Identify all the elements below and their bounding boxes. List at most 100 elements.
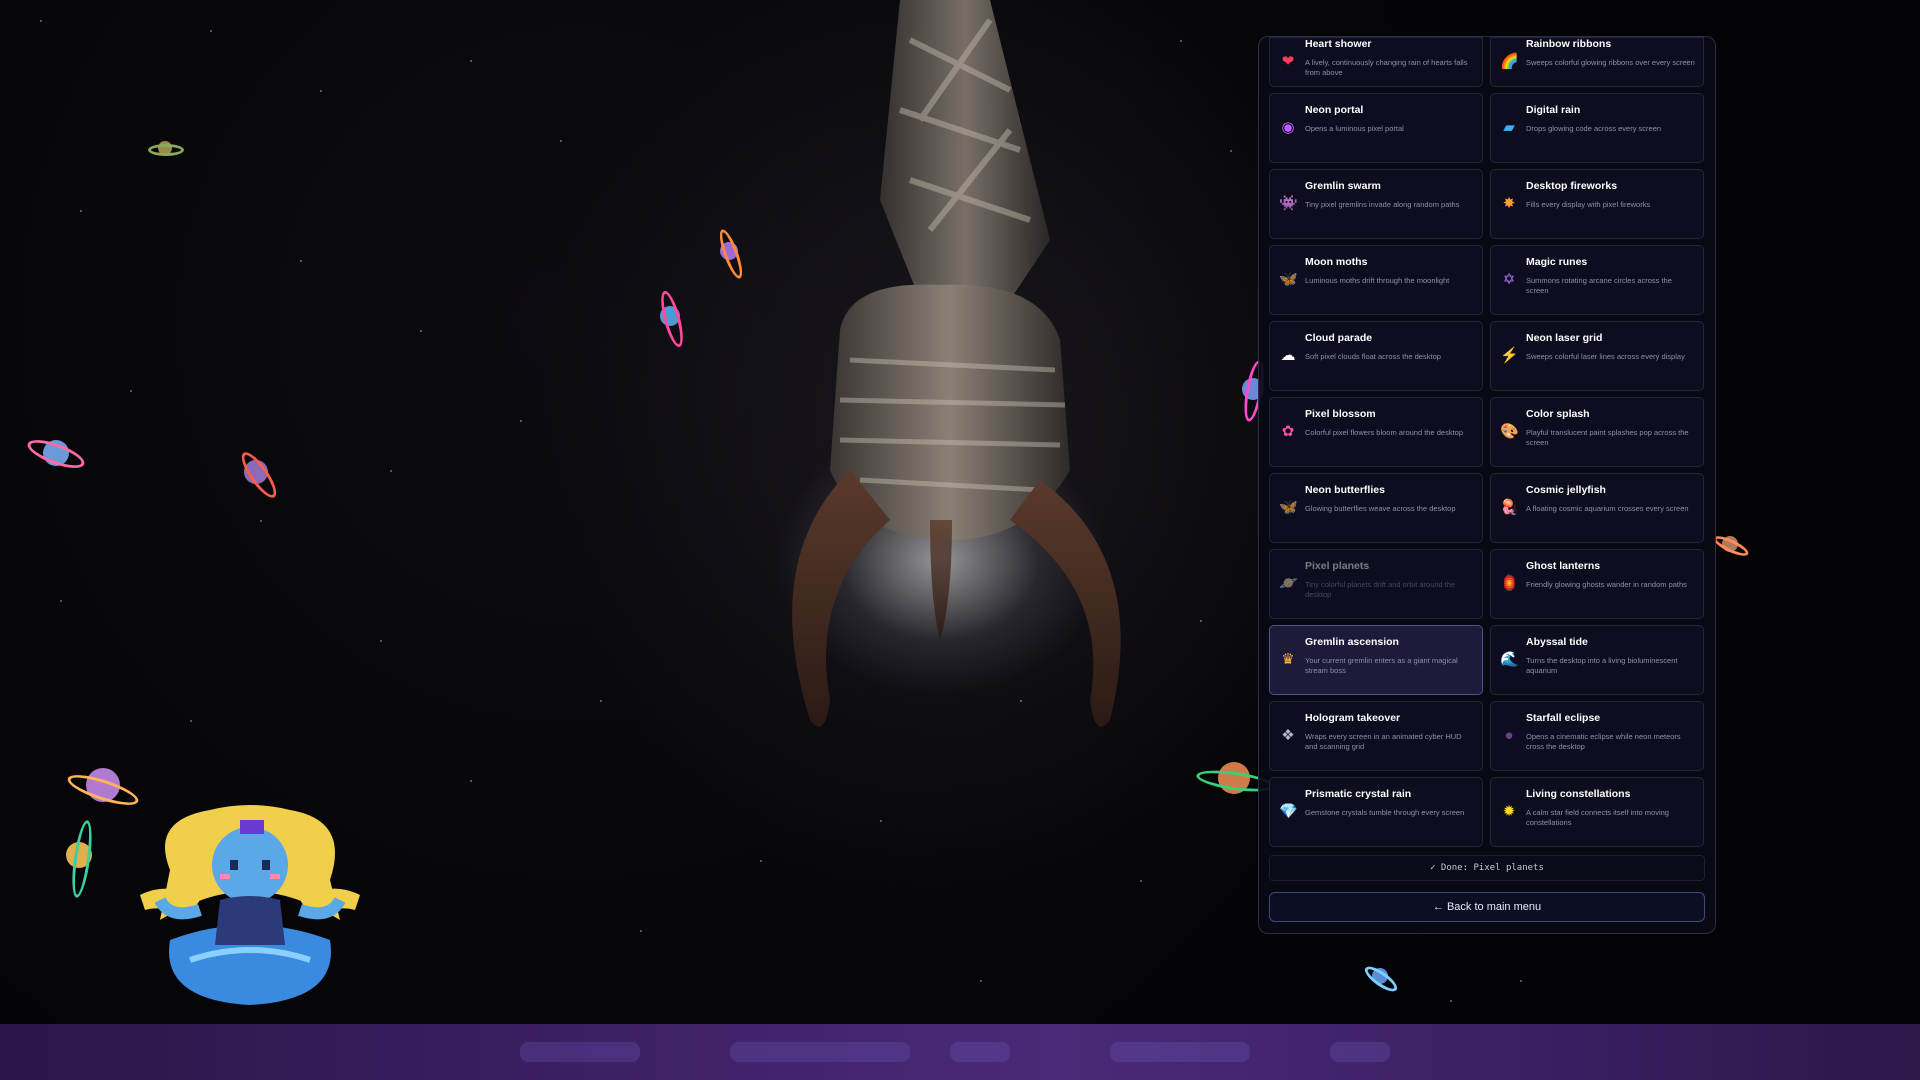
star — [130, 390, 132, 392]
star — [190, 720, 192, 722]
star — [640, 930, 642, 932]
crown-icon: ♛ — [1281, 651, 1295, 668]
taskbar-app-icon[interactable] — [520, 1042, 640, 1062]
effect-title: Desktop fireworks — [1526, 180, 1618, 192]
gem-icon: 💎 — [1279, 803, 1298, 820]
taskbar — [0, 1024, 1920, 1080]
effect-card-neon-portal[interactable]: ◉ Neon portal Opens a luminous pixel porta… — [1269, 93, 1483, 163]
effect-description: Wraps every screen in an animated cyber … — [1305, 732, 1462, 751]
effect-card-desktop-fireworks[interactable]: ✸ Desktop fireworks Fills every display wi… — [1490, 169, 1704, 239]
effect-card-magic-runes[interactable]: ✡ Magic runes Summons rotating arcane circ… — [1490, 245, 1704, 315]
star — [260, 520, 262, 522]
effect-card-color-splash[interactable]: 🎨 Color splash Playful translucent paint s… — [1490, 397, 1704, 467]
pixel-planet — [148, 138, 184, 158]
taskbar-app-icon[interactable] — [1110, 1042, 1250, 1062]
effect-description: Sweeps colorful laser lines across every… — [1526, 352, 1685, 361]
palette-icon: 🎨 — [1500, 423, 1519, 440]
effect-card-digital-rain[interactable]: ▰ Digital rain Drops glowing code across e… — [1490, 93, 1704, 163]
effect-card-neon-laser-grid[interactable]: ⚡ Neon laser grid Sweeps colorful laser li… — [1490, 321, 1704, 391]
effect-card-living-constellations[interactable]: ✹ Living constellations A calm star field … — [1490, 777, 1704, 847]
pixel-planet — [24, 432, 88, 474]
star — [60, 600, 62, 602]
wave-icon: 🌊 — [1500, 651, 1519, 668]
desktop-background: ❤ Heart shower A lively, continuously chan… — [0, 0, 1920, 1080]
taskbar-app-icon[interactable] — [1330, 1042, 1390, 1062]
effect-card-pixel-blossom[interactable]: ✿ Pixel blossom Colorful pixel flowers blo… — [1269, 397, 1483, 467]
effect-description: Friendly glowing ghosts wander in random… — [1526, 580, 1687, 589]
star — [470, 60, 472, 62]
effect-card-starfall-eclipse[interactable]: ● Starfall eclipse Opens a cinematic eclip… — [1490, 701, 1704, 771]
star — [880, 820, 882, 822]
effect-card-cosmic-jellyfish[interactable]: 🪼 Cosmic jellyfish A floating cosmic aquar… — [1490, 473, 1704, 543]
pixel-planet — [1711, 532, 1751, 560]
effect-description: Tiny pixel gremlins invade along random … — [1305, 200, 1460, 209]
star — [470, 780, 472, 782]
pixel-planet — [712, 227, 748, 281]
effect-card-neon-butterflies[interactable]: 🦋 Neon butterflies Glowing butterflies wea… — [1269, 473, 1483, 543]
effect-description: Fills every display with pixel fireworks — [1526, 200, 1651, 209]
taskbar-app-icon[interactable] — [950, 1042, 1010, 1062]
star — [600, 700, 602, 702]
star — [320, 90, 322, 92]
flower-icon: ✿ — [1281, 423, 1295, 440]
star — [760, 860, 762, 862]
effect-description: Glowing butterflies weave across the des… — [1305, 504, 1456, 513]
effect-card-heart-shower[interactable]: ❤ Heart shower A lively, continuously chan… — [1269, 37, 1483, 87]
effect-description: Turns the desktop into a living biolumin… — [1526, 656, 1678, 675]
effect-title: Moon moths — [1305, 256, 1368, 268]
effect-title: Starfall eclipse — [1526, 712, 1601, 724]
effect-title: Color splash — [1526, 408, 1590, 420]
lantern-icon: 🏮 — [1500, 575, 1519, 592]
portal-icon: ◉ — [1281, 119, 1295, 136]
effects-grid: ❤ Heart shower A lively, continuously chan… — [1269, 37, 1705, 847]
gremlin-sprite — [140, 805, 360, 1005]
effect-card-abyssal-tide[interactable]: 🌊 Abyssal tide Turns the desktop into a li… — [1490, 625, 1704, 695]
effect-title: Gremlin swarm — [1305, 180, 1381, 192]
effect-description: Tiny colorful planets drift and orbit ar… — [1305, 580, 1456, 599]
effect-card-gremlin-ascension[interactable]: ♛ Gremlin ascension Your current gremlin e… — [1269, 625, 1483, 695]
effect-title: Prismatic crystal rain — [1305, 788, 1412, 800]
effect-description: A calm star field connects itself into m… — [1526, 808, 1669, 827]
effect-title: Digital rain — [1526, 104, 1581, 116]
taskbar-app-icon[interactable] — [730, 1042, 910, 1062]
status-bar: ✓ Done: Pixel planets — [1269, 855, 1705, 881]
star-icon: ✹ — [1502, 803, 1516, 820]
effect-title: Hologram takeover — [1305, 712, 1401, 724]
star — [380, 640, 382, 642]
effect-card-moon-moths[interactable]: 🦋 Moon moths Luminous moths drift through … — [1269, 245, 1483, 315]
pixel-planet — [64, 762, 142, 812]
effect-card-rainbow-ribbons[interactable]: 🌈 Rainbow ribbons Sweeps colorful glowing … — [1490, 37, 1704, 87]
effect-description: Opens a luminous pixel portal — [1305, 124, 1404, 133]
pixel-planet — [650, 288, 690, 350]
effect-description: Playful translucent paint splashes pop a… — [1526, 428, 1689, 447]
star — [1200, 620, 1202, 622]
effect-card-prismatic-crystal-rain[interactable]: 💎 Prismatic crystal rain Gemstone crystals… — [1269, 777, 1483, 847]
star — [80, 210, 82, 212]
eclipse-icon: ● — [1504, 727, 1514, 744]
rainbow-icon: 🌈 — [1500, 53, 1519, 70]
effect-card-cloud-parade[interactable]: ☁ Cloud parade Soft pixel clouds float acr… — [1269, 321, 1483, 391]
effect-card-gremlin-swarm[interactable]: 👾 Gremlin swarm Tiny pixel gremlins invade… — [1269, 169, 1483, 239]
back-to-main-menu-button[interactable]: ← Back to main menu — [1269, 892, 1705, 922]
effect-title: Gremlin ascension — [1305, 636, 1399, 648]
effect-card-pixel-planets[interactable]: 🪐 Pixel planets Tiny colorful planets drif… — [1269, 549, 1483, 619]
star — [300, 260, 302, 262]
effect-description: A lively, continuously changing rain of … — [1305, 58, 1468, 77]
effect-title: Pixel blossom — [1305, 408, 1376, 420]
effect-title: Pixel planets — [1305, 560, 1370, 572]
effect-title: Neon butterflies — [1305, 484, 1385, 496]
star — [40, 20, 42, 22]
effect-description: Summons rotating arcane circles across t… — [1526, 276, 1672, 295]
effect-card-hologram-takeover[interactable]: ❖ Hologram takeover Wraps every screen in … — [1269, 701, 1483, 771]
effect-description: Sweeps colorful glowing ribbons over eve… — [1526, 58, 1695, 67]
effect-description: Your current gremlin enters as a giant m… — [1305, 656, 1458, 675]
pixel-planet — [1361, 962, 1401, 996]
effect-title: Cloud parade — [1305, 332, 1373, 344]
effect-title: Neon portal — [1305, 104, 1364, 116]
effect-card-ghost-lanterns[interactable]: 🏮 Ghost lanterns Friendly glowing ghosts w… — [1490, 549, 1704, 619]
star — [1520, 980, 1522, 982]
effect-title: Neon laser grid — [1526, 332, 1603, 344]
rune-icon: ✡ — [1502, 271, 1516, 288]
star — [1140, 880, 1142, 882]
planet-icon: 🪐 — [1279, 575, 1298, 592]
